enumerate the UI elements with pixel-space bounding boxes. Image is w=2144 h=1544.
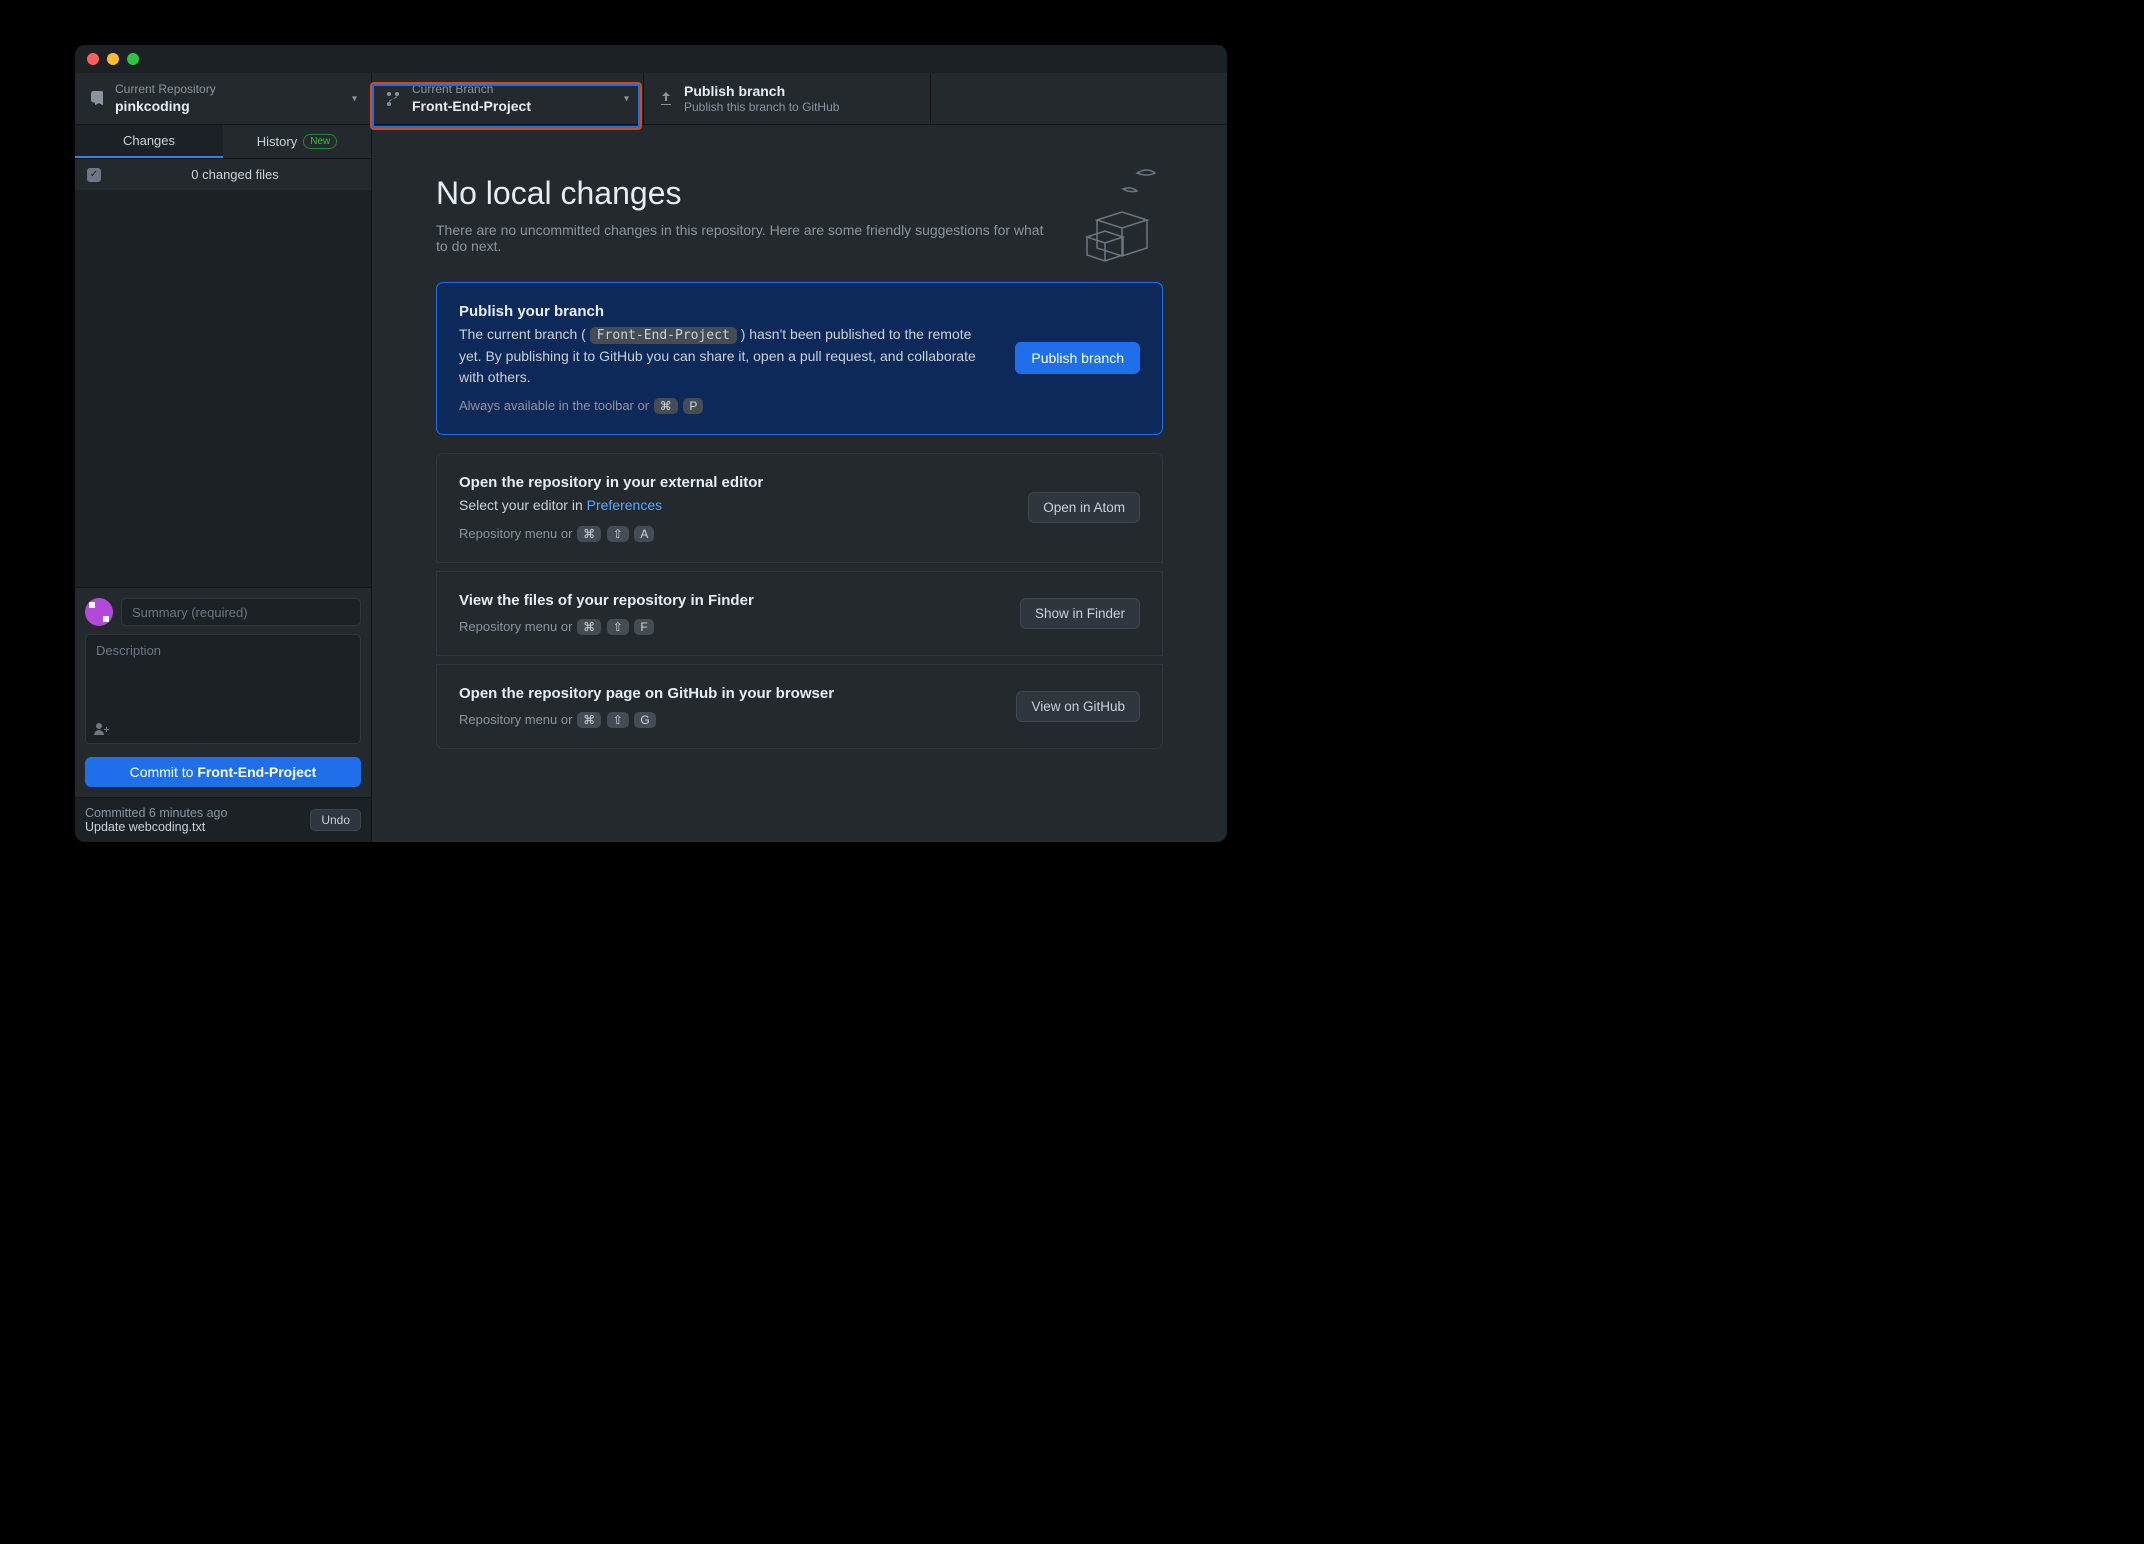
close-window-button[interactable]	[87, 53, 99, 65]
card-editor-hint: Repository menu or ⌘ ⇧ A	[459, 526, 1008, 542]
minimize-window-button[interactable]	[107, 53, 119, 65]
publish-label: Publish branch	[684, 82, 839, 100]
zoom-window-button[interactable]	[127, 53, 139, 65]
show-in-finder-button[interactable]: Show in Finder	[1020, 598, 1140, 629]
add-coauthor-icon[interactable]	[93, 721, 109, 741]
card-finder-hint: Repository menu or ⌘ ⇧ F	[459, 619, 1000, 635]
commit-panel: Commit to Front-End-Project	[75, 587, 371, 797]
publish-branch-button[interactable]: Publish branch	[1015, 342, 1140, 374]
undo-button[interactable]: Undo	[310, 809, 361, 831]
new-badge: New	[303, 134, 337, 149]
illustration-boxes	[1077, 165, 1167, 265]
kbd-p: P	[683, 398, 703, 414]
branch-code-pill: Front-End-Project	[590, 327, 737, 344]
upload-icon	[658, 91, 674, 107]
select-all-checkbox[interactable]: ✓	[87, 168, 101, 182]
toolbar: Current Repository pinkcoding ▾ Current …	[75, 73, 1227, 125]
tab-history-label: History	[257, 134, 297, 149]
window-controls	[87, 53, 139, 65]
tab-changes[interactable]: Changes	[75, 125, 223, 158]
commit-description-input[interactable]	[85, 634, 361, 744]
card-view-github: Open the repository page on GitHub in yo…	[436, 664, 1163, 749]
kbd-cmd: ⌘	[654, 398, 678, 414]
publish-branch-toolbar-button[interactable]: Publish branch Publish this branch to Gi…	[644, 73, 931, 124]
git-branch-icon	[386, 91, 402, 107]
repo-value: pinkcoding	[115, 97, 216, 115]
branch-value: Front-End-Project	[412, 97, 531, 115]
sidebar: Changes History New ✓ 0 changed files	[75, 125, 372, 842]
card-editor-text: Select your editor in Preferences	[459, 495, 1008, 516]
last-commit-bar: Committed 6 minutes ago Update webcoding…	[75, 797, 371, 842]
chevron-down-icon: ▾	[352, 93, 357, 104]
view-on-github-button[interactable]: View on GitHub	[1016, 691, 1140, 722]
last-commit-time: Committed 6 minutes ago	[85, 806, 227, 820]
card-publish-hint: Always available in the toolbar or ⌘ P	[459, 398, 995, 414]
current-branch-dropdown[interactable]: Current Branch Front-End-Project ▾	[372, 73, 644, 124]
card-publish-title: Publish your branch	[459, 303, 995, 320]
avatar	[85, 598, 113, 626]
chevron-down-icon: ▾	[624, 93, 629, 104]
repo-label: Current Repository	[115, 82, 216, 96]
open-in-atom-button[interactable]: Open in Atom	[1028, 492, 1140, 523]
card-editor-title: Open the repository in your external edi…	[459, 474, 1008, 491]
changes-header: ✓ 0 changed files	[75, 159, 371, 190]
repo-icon	[89, 91, 105, 107]
tab-history[interactable]: History New	[223, 125, 371, 158]
last-commit-message: Update webcoding.txt	[85, 820, 227, 834]
commit-button-branch: Front-End-Project	[197, 764, 316, 780]
page-subtitle: There are no uncommitted changes in this…	[436, 222, 1056, 254]
branch-label: Current Branch	[412, 82, 531, 96]
commit-summary-input[interactable]	[121, 598, 361, 626]
tab-changes-label: Changes	[123, 133, 175, 148]
card-publish-text: The current branch ( Front-End-Project )…	[459, 324, 995, 388]
commit-button-prefix: Commit to	[130, 764, 198, 780]
sidebar-tabs: Changes History New	[75, 125, 371, 159]
card-open-editor: Open the repository in your external edi…	[436, 453, 1163, 563]
app-window: Current Repository pinkcoding ▾ Current …	[75, 45, 1227, 842]
card-publish-branch: Publish your branch The current branch (…	[436, 282, 1163, 435]
commit-button[interactable]: Commit to Front-End-Project	[85, 757, 361, 787]
publish-desc: Publish this branch to GitHub	[684, 100, 839, 114]
preferences-link[interactable]: Preferences	[587, 497, 662, 513]
changed-files-count: 0 changed files	[111, 167, 359, 182]
card-show-finder: View the files of your repository in Fin…	[436, 571, 1163, 656]
card-finder-title: View the files of your repository in Fin…	[459, 592, 1000, 609]
current-repository-dropdown[interactable]: Current Repository pinkcoding ▾	[75, 73, 372, 124]
page-title: No local changes	[436, 175, 1163, 212]
changes-list	[75, 190, 371, 587]
main-content: No local changes There are no uncommitte…	[372, 125, 1227, 842]
card-github-title: Open the repository page on GitHub in yo…	[459, 685, 996, 702]
card-github-hint: Repository menu or ⌘ ⇧ G	[459, 712, 996, 728]
titlebar	[75, 45, 1227, 73]
